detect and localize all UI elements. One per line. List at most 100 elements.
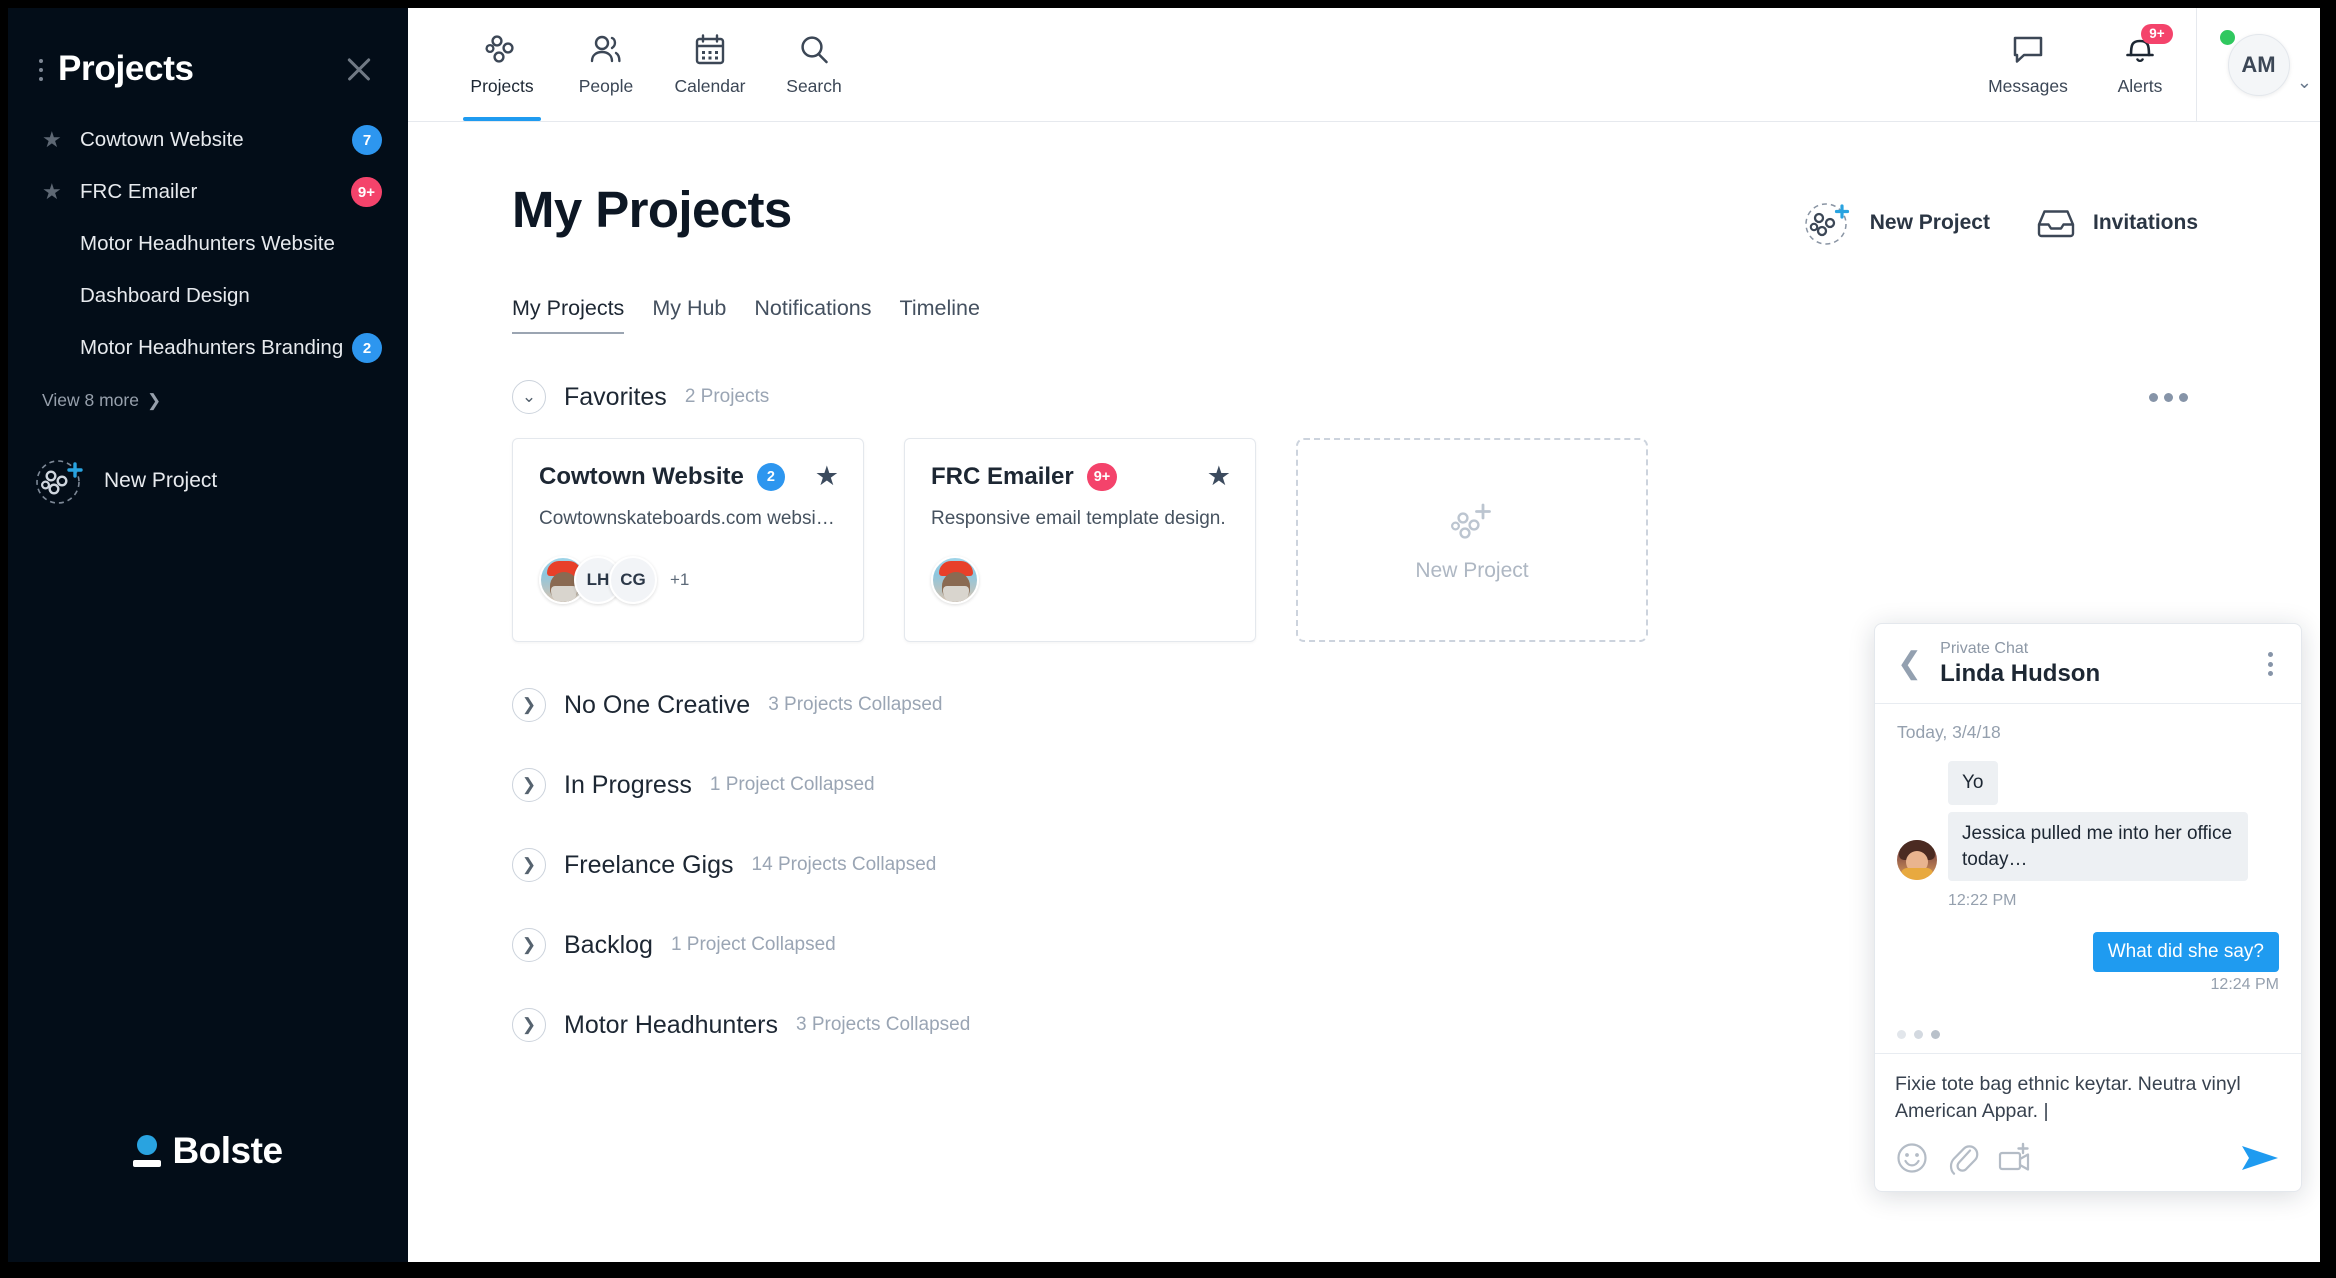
- star-icon[interactable]: ★: [42, 129, 68, 151]
- star-icon[interactable]: ★: [42, 181, 68, 203]
- star-icon[interactable]: ★: [815, 461, 839, 492]
- page-title: My Projects: [512, 181, 792, 238]
- chevron-down-icon[interactable]: ⌄: [512, 380, 546, 414]
- nav-tab-label: Calendar: [674, 75, 746, 96]
- group-name: Motor Headhunters: [564, 1010, 779, 1039]
- sidebar-header: Projects: [8, 8, 408, 100]
- bolste-mark-icon: [133, 1135, 162, 1167]
- emoji-icon[interactable]: [1895, 1141, 1929, 1175]
- video-add-icon[interactable]: [1997, 1141, 2037, 1175]
- chat-bubble-icon: [2011, 33, 2045, 67]
- top-right-actions: Messages 9+ Alerts AM ⌄: [1972, 8, 2320, 121]
- tab-my-projects[interactable]: My Projects: [512, 296, 625, 334]
- chat-message-input[interactable]: Fixie tote bag ethnic keytar. Neutra vin…: [1895, 1071, 2281, 1125]
- avatar: AM: [2227, 33, 2290, 96]
- tab-my-hub[interactable]: My Hub: [652, 296, 726, 334]
- chevron-right-icon[interactable]: ❯: [512, 688, 546, 722]
- alerts-button[interactable]: 9+ Alerts: [2084, 8, 2196, 121]
- bell-icon: 9+: [2123, 23, 2173, 67]
- sidebar-close-icon[interactable]: [342, 52, 376, 86]
- brand-logo: Bolste: [8, 1130, 408, 1172]
- group-count: 1 Project Collapsed: [670, 934, 836, 955]
- card-member-avatars: [931, 556, 1229, 604]
- new-project-button[interactable]: New Project: [1803, 198, 1990, 248]
- project-card-list: Cowtown Website 2 ★ Cowtownskateboards.c…: [512, 438, 2320, 642]
- chevron-right-icon[interactable]: ❯: [512, 1008, 546, 1042]
- nav-tab-people[interactable]: People: [554, 8, 658, 121]
- invitations-button[interactable]: Invitations: [2036, 206, 2198, 240]
- sidebar-item-dashboard-design[interactable]: ★ Dashboard Design: [8, 270, 408, 322]
- sidebar-item-frc-emailer[interactable]: ★ FRC Emailer 9+: [8, 166, 408, 218]
- group-name: No One Creative: [564, 690, 751, 719]
- group-name: Freelance Gigs: [564, 850, 734, 879]
- sidebar-item-cowtown-website[interactable]: ★ Cowtown Website 7: [8, 114, 408, 166]
- sidebar-item-label: Dashboard Design: [80, 284, 250, 307]
- chat-subtitle: Private Chat: [1940, 640, 2029, 658]
- send-icon[interactable]: [2239, 1143, 2281, 1173]
- group-name: Favorites: [564, 382, 667, 411]
- tab-notifications[interactable]: Notifications: [754, 296, 871, 334]
- search-icon: [797, 33, 831, 67]
- top-navigation-bar: Projects People Calendar Search Messages…: [408, 8, 2320, 122]
- sidebar-item-motor-headhunters-branding[interactable]: ★ Motor Headhunters Branding 2: [8, 322, 408, 374]
- project-card-frc-emailer[interactable]: FRC Emailer 9+ ★ Responsive email templa…: [904, 438, 1256, 642]
- primary-nav: Projects People Calendar Search: [408, 8, 866, 121]
- sidebar-item-label: Motor Headhunters Website: [80, 232, 335, 255]
- project-card-cowtown-website[interactable]: Cowtown Website 2 ★ Cowtownskateboards.c…: [512, 438, 864, 642]
- nav-tab-label: Projects: [470, 75, 534, 96]
- card-title-row: Cowtown Website 2: [539, 463, 837, 491]
- message-bubble: What did she say?: [2092, 932, 2279, 973]
- page-actions: New Project Invitations: [1803, 180, 2320, 248]
- chat-panel: ❮ Private Chat Linda Hudson Today, 3/4/1…: [1874, 623, 2302, 1192]
- typing-indicator: [1875, 1004, 2301, 1055]
- online-status-indicator: [2220, 30, 2235, 45]
- nav-tab-search[interactable]: Search: [762, 8, 866, 121]
- new-project-card[interactable]: New Project: [1296, 438, 1648, 642]
- chevron-right-icon[interactable]: ❯: [512, 768, 546, 802]
- messages-label: Messages: [1988, 75, 2068, 96]
- nav-tab-projects[interactable]: Projects: [450, 8, 554, 121]
- group-header-favorites: ⌄ Favorites 2 Projects: [512, 380, 2320, 414]
- card-badge: 2: [756, 463, 785, 491]
- message-bubble: Yo: [1948, 761, 1998, 805]
- message-outgoing-group: What did she say? 12:24 PM: [1897, 932, 2279, 994]
- status-badge: 2: [352, 333, 382, 363]
- group-name: In Progress: [564, 770, 692, 799]
- sidebar-item-label: Cowtown Website: [80, 128, 244, 151]
- chat-contact-name: Linda Hudson: [1940, 660, 2101, 688]
- chevron-right-icon[interactable]: ❯: [512, 848, 546, 882]
- new-project-icon: [1803, 198, 1853, 248]
- chevron-down-icon[interactable]: ⌄: [2297, 72, 2312, 93]
- new-project-label: New Project: [1869, 211, 1990, 234]
- avatar: CG: [609, 556, 657, 604]
- group-count: 3 Projects Collapsed: [796, 1014, 971, 1035]
- card-title: FRC Emailer: [931, 463, 1074, 490]
- brand-name: Bolste: [172, 1130, 283, 1171]
- section-tabs: My Projects My Hub Notifications Timelin…: [512, 296, 2320, 334]
- drag-handle-icon[interactable]: [34, 59, 48, 81]
- chevron-left-icon[interactable]: ❮: [1893, 649, 1926, 679]
- projects-dots-icon: [484, 33, 520, 67]
- invitations-label: Invitations: [2092, 211, 2198, 234]
- nav-tab-label: People: [578, 75, 634, 96]
- chat-date-divider: Today, 3/4/18: [1897, 722, 2001, 743]
- nav-tab-calendar[interactable]: Calendar: [658, 8, 762, 121]
- status-badge: 9+: [350, 177, 382, 207]
- group-options-menu[interactable]: [2139, 383, 2198, 412]
- sidebar-new-project-button[interactable]: New Project: [8, 411, 408, 507]
- new-project-icon: [34, 455, 86, 507]
- card-member-avatars: LH CG +1: [539, 556, 837, 604]
- message-incoming-group: Yo Jessica pulled me into her office tod…: [1897, 761, 2279, 910]
- user-menu[interactable]: AM ⌄: [2196, 8, 2320, 121]
- sidebar: Projects ★ Cowtown Website 7 ★ FRC Email…: [8, 8, 408, 1262]
- tab-timeline[interactable]: Timeline: [900, 296, 980, 334]
- group-count: 3 Projects Collapsed: [768, 694, 943, 715]
- card-description: Responsive email template design.: [931, 508, 1226, 529]
- sidebar-item-motor-headhunters-website[interactable]: ★ Motor Headhunters Website: [8, 218, 408, 270]
- star-icon[interactable]: ★: [1207, 461, 1231, 492]
- chat-options-menu[interactable]: [2260, 646, 2281, 682]
- messages-button[interactable]: Messages: [1972, 8, 2084, 121]
- chevron-right-icon[interactable]: ❯: [512, 928, 546, 962]
- paperclip-icon[interactable]: [1947, 1141, 1979, 1175]
- sidebar-view-more-button[interactable]: View 8 more ❯: [8, 374, 408, 411]
